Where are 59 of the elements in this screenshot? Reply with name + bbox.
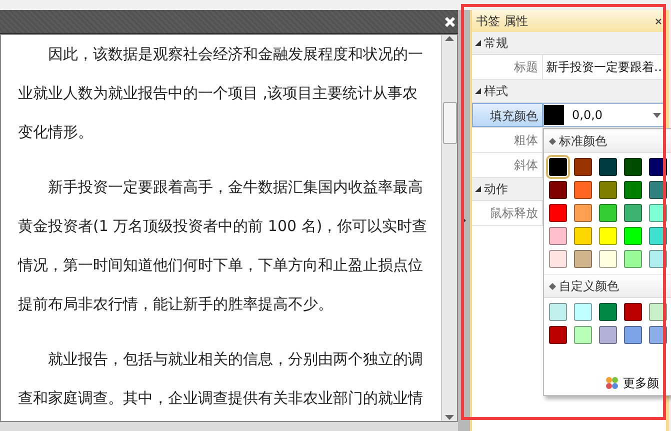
expand-arrow-icon[interactable] [462,217,466,224]
section-header[interactable]: 样式 [472,80,666,103]
color-swatch[interactable] [624,158,642,176]
close-icon[interactable] [655,18,662,24]
color-swatch[interactable] [549,204,567,222]
color-swatch[interactable] [624,326,642,344]
property-label[interactable]: 标题 [472,55,543,79]
text-line: 就业报告，包括与就业相关的信息，分别由两个独立的调 [47,349,424,370]
group-title: 自定义颜色 [559,278,619,294]
text-line: 新手投资一定要跟着高手，金牛数据汇集国内收益率最高 [47,177,424,198]
group-title: 标准颜色 [559,132,607,150]
color-swatch[interactable] [624,204,642,222]
color-swatch[interactable] [574,181,592,199]
text-line: 情况，第一时间知道他们何时下单，下单方向和止盈止损点位 [18,255,424,276]
scroll-thumb[interactable] [442,102,456,144]
color-swatch[interactable] [599,227,617,245]
text-line: 业就业人数为就业报告中的一个项目 ,该项目主要统计从事农 [18,83,419,104]
color-swatch[interactable] [599,326,617,344]
color-swatch[interactable] [574,303,592,321]
more-colors-button[interactable]: 更多颜 [544,371,671,395]
color-swatch[interactable] [574,250,592,268]
section-label: 常规 [484,34,508,52]
color-swatch[interactable] [599,250,617,268]
expander-icon[interactable] [475,88,481,94]
color-swatch[interactable] [574,326,592,344]
color-swatch[interactable] [574,158,592,176]
color-dropdown[interactable]: 0,0,0 [543,103,666,127]
text-line: 黄金投资者(1 万名顶级投资者中的前 100 名)，你可以实时查 [18,216,428,237]
section-label: 动作 [484,180,508,198]
color-swatch[interactable] [549,227,567,245]
horizontal-scrollbar[interactable] [0,422,458,431]
color-swatch[interactable] [549,303,567,321]
expander-icon[interactable] [475,40,481,46]
color-swatch[interactable] [549,326,567,344]
text-line: 查和家庭调查。其中，企业调查提供有关非农业部门的就业情 [18,388,424,409]
text-line: 变化情形。 [18,122,94,143]
color-swatch[interactable] [599,181,617,199]
scrollbar[interactable] [441,35,457,421]
expander-icon[interactable] [475,186,481,192]
color-swatch[interactable] [549,158,567,176]
color-swatch[interactable] [624,181,642,199]
color-swatch[interactable] [599,303,617,321]
color-swatch[interactable] [549,250,567,268]
color-swatch[interactable] [549,181,567,199]
palette-icon [604,375,620,391]
color-swatch[interactable] [599,158,617,176]
color-swatch[interactable] [624,227,642,245]
panel-title: 书签 属性 [476,12,528,30]
caret-icon [653,112,661,118]
section-label: 样式 [484,82,508,100]
color-swatch[interactable] [624,303,642,321]
color-swatch[interactable] [599,204,617,222]
color-swatch[interactable] [574,227,592,245]
text-line: 因此，该数据是观察社会经济和金融发展程度和状况的一 [47,44,424,65]
color-swatch[interactable] [574,204,592,222]
property-label[interactable]: 填充颜色 [472,103,543,127]
text-line: 提前布局非农行情，能让新手的胜率提高不少。 [18,294,334,315]
section-header[interactable]: 常规 [472,32,666,55]
color-swatch[interactable] [624,250,642,268]
